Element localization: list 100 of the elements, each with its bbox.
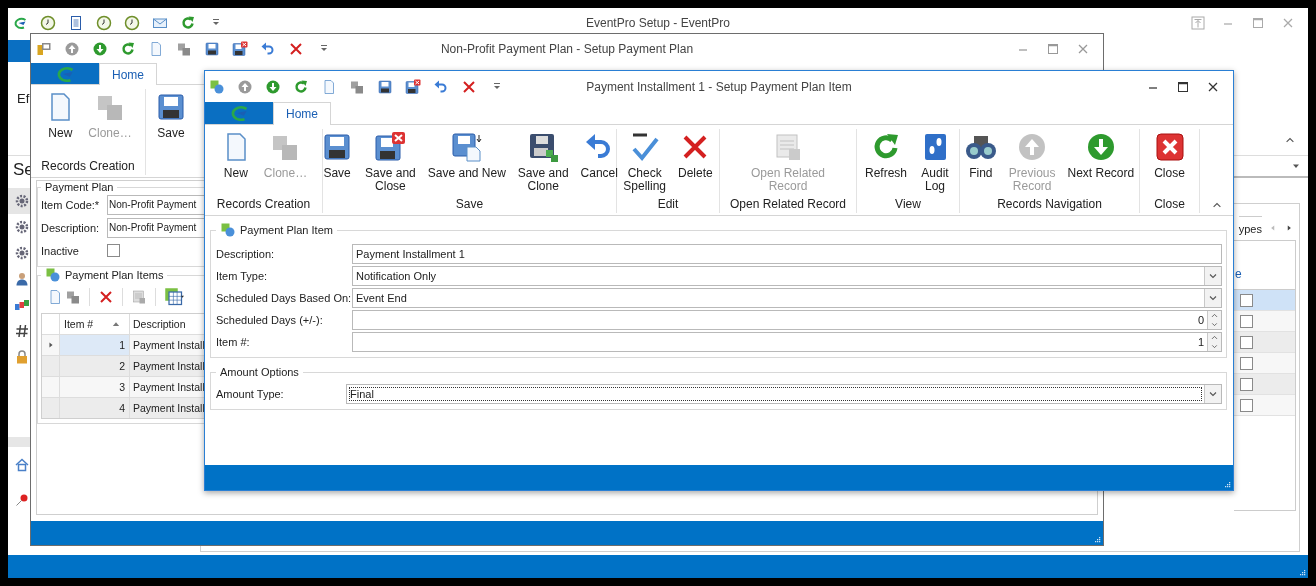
ribbon-button[interactable]: Find [961, 131, 1000, 198]
document-icon[interactable] [68, 15, 84, 31]
dropdown-field[interactable]: Event End [352, 288, 1222, 308]
person-icon [14, 271, 30, 287]
checkbox[interactable] [1240, 398, 1253, 412]
number-field[interactable]: 1 [352, 332, 1222, 352]
ribbon-button[interactable]: Save [152, 91, 190, 173]
ribbon-button[interactable]: Save and Clone [514, 131, 572, 198]
resize-grip-icon[interactable] [1298, 568, 1306, 576]
checkbox[interactable] [107, 244, 120, 257]
lock-icon [14, 349, 30, 365]
header-label: Description [133, 318, 186, 330]
ribbon-button[interactable]: New [41, 91, 80, 160]
dropdown-button[interactable] [1204, 385, 1221, 403]
refresh-icon[interactable] [180, 15, 196, 31]
clock-icon[interactable] [96, 15, 112, 31]
page-icon[interactable] [47, 289, 63, 305]
grid-row[interactable] [1234, 332, 1295, 353]
dropdown-button[interactable] [1204, 289, 1221, 307]
restore-up-icon[interactable] [1190, 15, 1206, 31]
refresh-icon[interactable] [293, 78, 309, 95]
ribbon-button[interactable]: Save [318, 131, 357, 198]
dropdown-field[interactable]: Final [346, 384, 1222, 404]
floppy-disk-x-icon[interactable] [232, 40, 248, 57]
table-cell[interactable]: 4 [60, 398, 130, 418]
clock-icon[interactable] [40, 15, 56, 31]
field-label: Scheduled Days Based On: [216, 292, 352, 304]
page-icon[interactable] [148, 40, 164, 57]
panel-tab[interactable]: ypes [1238, 216, 1262, 240]
grid-row[interactable] [1234, 374, 1295, 395]
resize-grip-icon[interactable] [1093, 535, 1101, 543]
table-cell[interactable]: Payment Install [130, 356, 207, 376]
envelope-icon[interactable] [152, 15, 168, 31]
ribbon-button[interactable]: Delete [675, 131, 716, 198]
ribbon-button[interactable]: Audit Log [916, 131, 954, 198]
grid-row[interactable] [1234, 395, 1295, 416]
clock-icon[interactable] [124, 15, 140, 31]
dropdown-button[interactable] [1204, 267, 1221, 285]
column-header[interactable]: Description [130, 314, 207, 334]
pin-icon[interactable] [14, 492, 30, 508]
checkbox[interactable] [1240, 314, 1253, 328]
floppy-disk-x-icon[interactable] [405, 78, 421, 95]
refresh-icon[interactable] [120, 40, 136, 57]
shapes-icon[interactable] [209, 78, 225, 95]
checkbox[interactable] [1240, 377, 1253, 391]
ribbon-button[interactable]: New [216, 131, 255, 198]
checkbox[interactable] [1240, 335, 1253, 349]
window-title: Non-Profit Payment Plan - Setup Payment Plan [440, 41, 694, 56]
ribbon-tab[interactable]: Home [273, 102, 331, 125]
grid-row[interactable] [1234, 311, 1295, 332]
table-cell[interactable]: Payment Install [130, 377, 207, 397]
table-cube-icon[interactable] [131, 289, 147, 305]
spin-button[interactable] [1207, 333, 1221, 351]
undo-arrow-icon[interactable] [433, 78, 449, 95]
undo-arrow-icon[interactable] [260, 40, 276, 57]
dropdown-field[interactable]: Notification Only [352, 266, 1222, 286]
delete-x-icon[interactable] [288, 40, 304, 57]
text-field[interactable]: Non-Profit Payment [107, 194, 207, 215]
floppy-disk-x-icon [374, 131, 407, 163]
group-title: Payment Plan Items [65, 269, 164, 281]
ribbon-button[interactable]: Close [1150, 131, 1189, 198]
close-icon [1153, 131, 1186, 163]
blocks-icon [14, 297, 30, 313]
hash-icon [14, 323, 30, 339]
ribbon-button[interactable]: Cancel [577, 131, 621, 198]
table-cell[interactable]: Payment Install [130, 398, 207, 418]
ribbon-button[interactable]: Save and New [424, 131, 509, 198]
ribbon-button[interactable]: Check Spelling [620, 131, 669, 198]
checkbox[interactable] [1240, 293, 1253, 307]
logo-icon[interactable] [12, 15, 28, 31]
group-label: Edit [657, 198, 679, 211]
coins-icon[interactable] [36, 40, 52, 57]
group-label: Open Related Record [729, 198, 847, 211]
ribbon-button[interactable]: Next Record [1064, 131, 1138, 198]
page-icon[interactable] [321, 78, 337, 95]
resize-grip-icon[interactable] [1223, 480, 1231, 488]
field-label: Inactive [41, 244, 80, 257]
spin-button[interactable] [1207, 311, 1221, 329]
number-field[interactable]: 0 [352, 310, 1222, 330]
chevron-up-icon [1210, 333, 1219, 342]
table-cell[interactable]: Payment Install [130, 335, 207, 355]
text-field[interactable]: Payment Installment 1 [352, 244, 1222, 264]
ribbon-button[interactable]: Refresh [862, 131, 910, 198]
field-label: Amount Type: [216, 388, 285, 400]
group-title: Payment Plan Item [240, 224, 333, 236]
home-icon[interactable] [14, 457, 30, 473]
delete-x-icon[interactable] [461, 78, 477, 95]
text-field[interactable]: Non-Profit Payment [107, 217, 207, 238]
grid-export-icon[interactable] [164, 287, 184, 307]
ribbon-button[interactable]: Save and Close [362, 131, 419, 198]
grid-row[interactable] [1234, 353, 1295, 374]
ribbon-tab[interactable]: Home [99, 63, 157, 85]
cubes-icon[interactable] [65, 289, 81, 305]
sidebar-item[interactable] [8, 188, 30, 214]
table-cell[interactable]: 1 [60, 335, 130, 355]
delete-x-icon[interactable] [98, 289, 114, 305]
floppy-disk-page-icon [450, 131, 483, 163]
window-title: Payment Installment 1 - Setup Payment Plan Item [586, 79, 852, 94]
checkbox[interactable] [1240, 356, 1253, 370]
grid-row[interactable] [1234, 290, 1295, 311]
